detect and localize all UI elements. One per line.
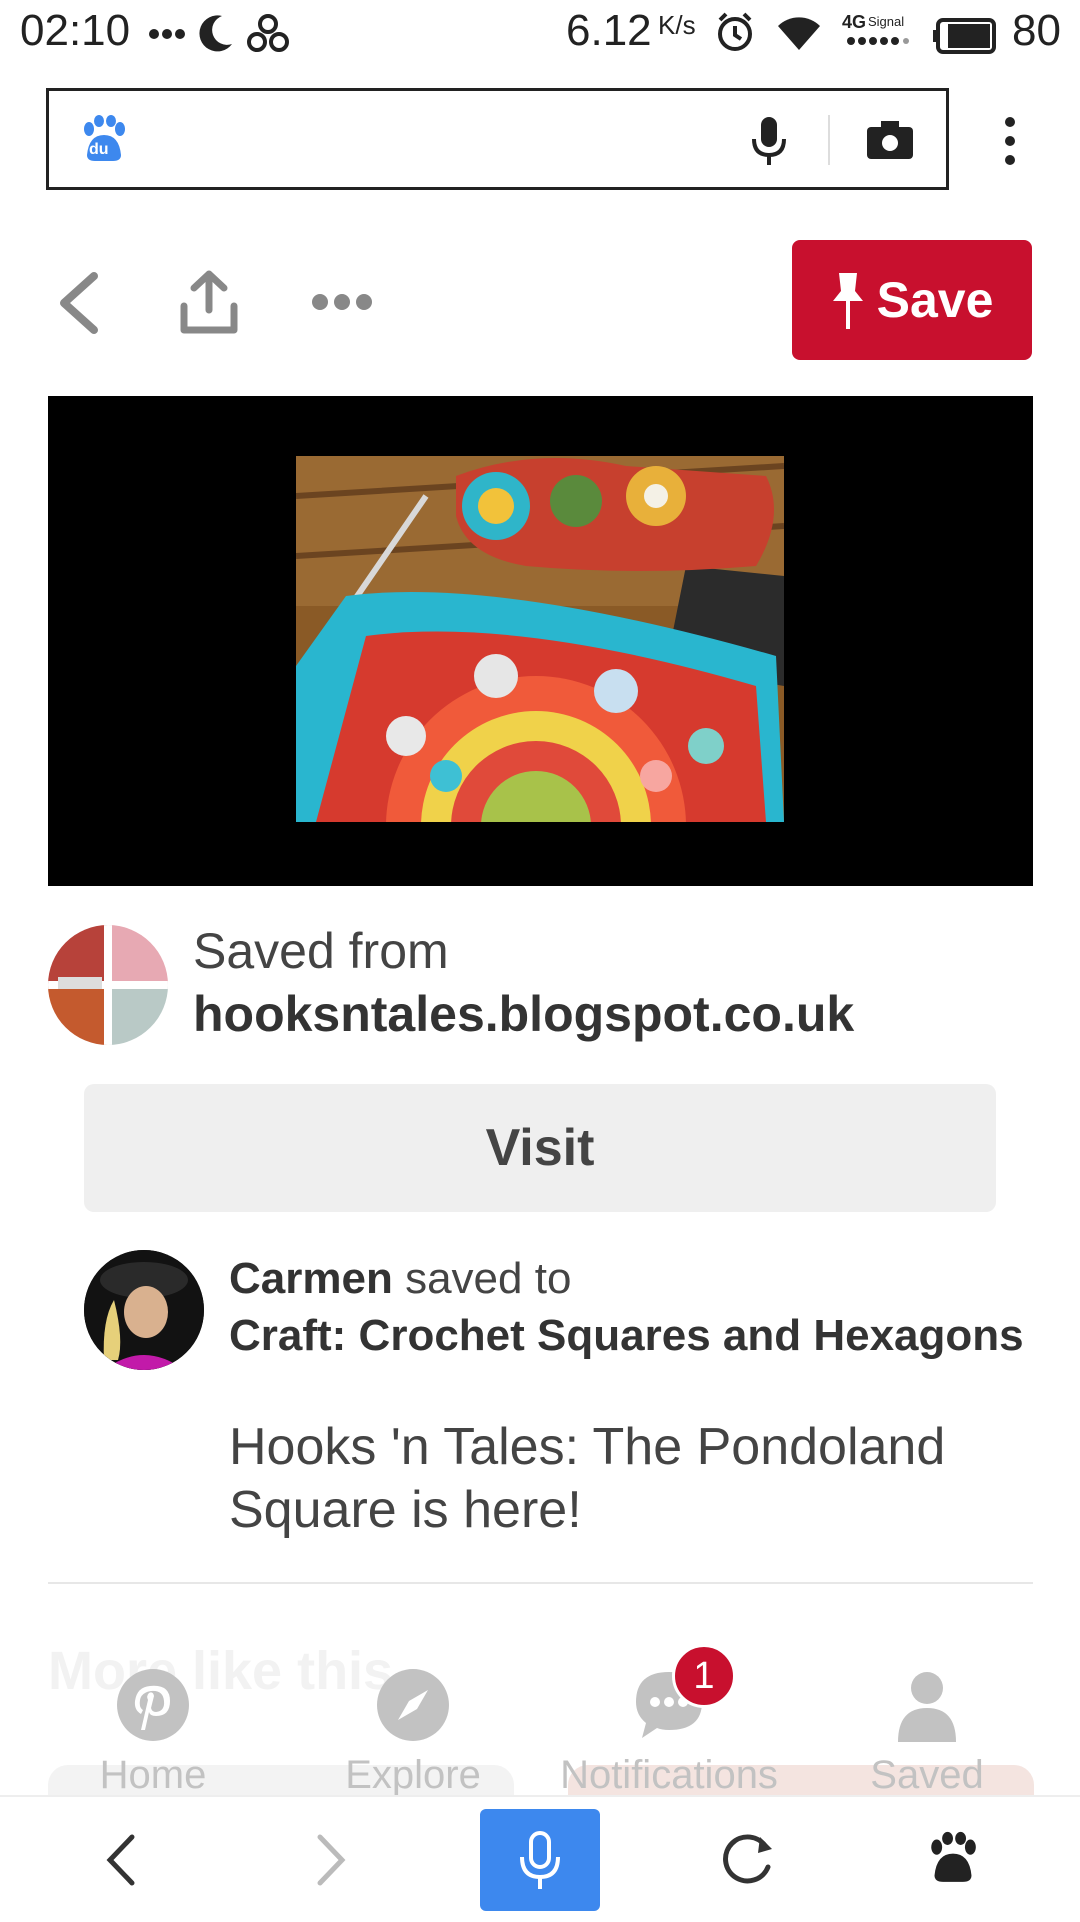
tab-notifications[interactable]: Notifications <box>549 1668 789 1798</box>
refresh-icon[interactable] <box>720 1833 774 1887</box>
status-bar: 02:10 6.12 K/s 4G Signal 80 <box>0 0 1080 66</box>
browser-back-icon[interactable] <box>104 1833 136 1887</box>
signal-dots-icon <box>847 37 909 45</box>
back-arrow-icon[interactable] <box>56 272 100 334</box>
visit-button-label: Visit <box>485 1119 595 1177</box>
status-time: 02:10 <box>20 6 131 55</box>
clover-icon <box>247 14 289 52</box>
signal-label: Signal <box>868 14 905 29</box>
tab-notifications-label: Notifications <box>560 1753 778 1797</box>
alarm-icon <box>718 12 752 51</box>
board-name[interactable]: Craft: Crochet Squares and Hexagons <box>229 1311 1024 1360</box>
save-button-label: Save <box>876 272 994 328</box>
source-avatar[interactable] <box>48 925 168 1045</box>
voice-search-button[interactable] <box>480 1809 600 1911</box>
battery-icon <box>933 18 996 54</box>
pinner-avatar[interactable] <box>84 1250 204 1370</box>
crochet-photo <box>296 456 784 822</box>
compass-icon <box>377 1669 449 1741</box>
pinner-info: Carmen saved to Craft: Crochet Squares a… <box>229 1250 1049 1364</box>
microphone-icon[interactable] <box>749 115 789 167</box>
pinterest-icon <box>117 1669 189 1741</box>
baidu-logo-text: du <box>89 141 109 158</box>
tab-explore[interactable]: Explore <box>293 1668 533 1798</box>
share-icon[interactable] <box>180 270 238 334</box>
more-options-icon[interactable] <box>310 292 374 312</box>
saved-from-label: Saved from <box>193 923 449 979</box>
section-divider <box>48 1582 1033 1584</box>
search-input[interactable] <box>149 111 729 167</box>
kebab-menu-icon[interactable] <box>1000 116 1020 166</box>
baidu-paw-icon[interactable] <box>928 1831 978 1885</box>
more-dots-icon <box>149 29 185 39</box>
pin-description: Hooks 'n Tales: The Pondoland Square is … <box>229 1418 946 1539</box>
visit-button[interactable]: Visit <box>84 1084 996 1212</box>
network-speed-unit: K/s <box>658 10 696 40</box>
source-domain-link[interactable]: hooksntales.blogspot.co.uk <box>193 985 854 1043</box>
wifi-icon <box>778 17 820 50</box>
tab-saved-label: Saved <box>870 1753 984 1797</box>
battery-level: 80 <box>1012 6 1061 55</box>
browser-search-box[interactable]: du <box>46 88 949 190</box>
microphone-icon <box>520 1831 560 1889</box>
search-divider <box>828 115 830 165</box>
network-type: 4G <box>842 12 867 32</box>
tab-explore-label: Explore <box>345 1753 481 1797</box>
browser-forward-icon[interactable] <box>316 1833 348 1887</box>
save-button[interactable]: Save <box>792 240 1032 360</box>
network-speed: 6.12 <box>566 6 652 55</box>
pushpin-icon <box>832 273 863 329</box>
camera-icon[interactable] <box>865 119 915 161</box>
saved-to-text: saved to <box>405 1254 572 1303</box>
tab-home-label: Home <box>99 1753 207 1797</box>
pinner-name[interactable]: Carmen <box>229 1254 393 1303</box>
tab-saved[interactable]: Saved <box>807 1668 1047 1798</box>
tab-home[interactable]: Home <box>33 1668 273 1798</box>
browser-bottom-bar <box>0 1795 1080 1922</box>
notification-badge: 1 <box>672 1644 736 1708</box>
moon-icon <box>199 15 232 52</box>
person-icon <box>898 1672 956 1742</box>
pin-video[interactable] <box>48 396 1033 886</box>
